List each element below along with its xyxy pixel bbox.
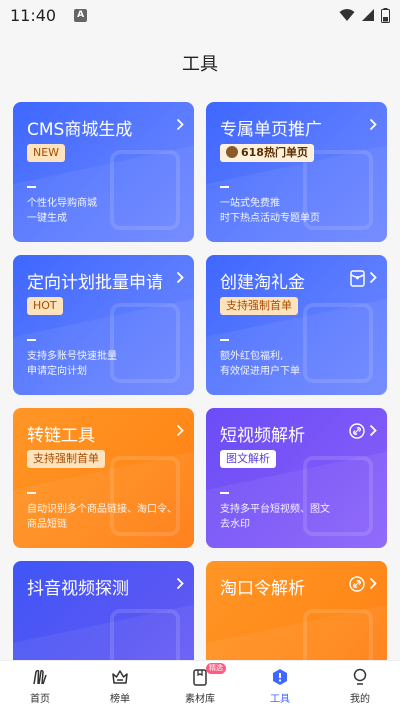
desc-line: 时下热点活动专题单页 [220, 213, 320, 224]
bottom-nav: 首页 榜单 精选 素材库 工具 我的 [0, 660, 400, 712]
card-title: 短视频解析 [220, 426, 305, 446]
desc-line: 去水印 [220, 519, 250, 530]
tool-card-exclusive-page[interactable]: 专属单页推广 618热门单页 一站式免费推 时下热点活动专题单页 [206, 102, 387, 242]
card-title: 淘口令解析 [220, 579, 305, 599]
home-icon [33, 669, 47, 685]
red-packet-icon [350, 270, 365, 287]
tool-card-link-convert[interactable]: 转链工具 支持强制首单 自动识别多个商品链接、淘口令、 商品短链 [13, 408, 194, 548]
chevron-right-icon [369, 577, 377, 590]
tools-grid: CMS商城生成 NEW 个性化导购商城 一键生成 专属单页推广 618热门单页 … [0, 0, 400, 712]
nav-home[interactable]: 首页 [0, 661, 80, 712]
nav-ranking[interactable]: 榜单 [80, 661, 160, 712]
divider-dash [220, 186, 229, 188]
coin-icon [226, 146, 238, 158]
card-description: 个性化导购商城 一键生成 [27, 196, 187, 226]
divider-dash [27, 186, 36, 188]
divider-dash [27, 339, 36, 341]
hot-badge: HOT [27, 297, 63, 315]
chevron-right-icon [176, 577, 184, 590]
featured-badge: 精选 [206, 663, 226, 674]
nav-label: 榜单 [110, 694, 130, 705]
nav-label: 工具 [270, 694, 290, 705]
tool-card-video-parse[interactable]: 短视频解析 图文解析 支持多平台短视频、图文 去水印 [206, 408, 387, 548]
desc-line: 自动识别多个商品链接、淘口令、 [27, 504, 177, 515]
desc-line: 支持多平台短视频、图文 [220, 504, 330, 515]
chevron-right-icon [369, 271, 377, 284]
hot-page-badge: 618热门单页 [220, 144, 314, 162]
link-icon [349, 423, 365, 439]
desc-line: 额外红包福利, [220, 351, 284, 362]
card-title: 定向计划批量申请 [27, 273, 163, 293]
divider-dash [27, 492, 36, 494]
desc-line: 有效促进用户下单 [220, 366, 300, 377]
divider-dash [220, 492, 229, 494]
card-description: 支持多平台短视频、图文 去水印 [220, 502, 380, 532]
chevron-right-icon [176, 118, 184, 131]
desc-line: 支持多账号快速批量 [27, 351, 117, 362]
desc-line: 一键生成 [27, 213, 67, 224]
badge-label: 618热门单页 [241, 146, 308, 159]
nav-label: 我的 [350, 694, 370, 705]
divider-dash [220, 339, 229, 341]
nav-label: 素材库 [185, 694, 215, 705]
nav-tools[interactable]: 工具 [240, 661, 320, 712]
chevron-right-icon [369, 118, 377, 131]
card-description: 支持多账号快速批量 申请定向计划 [27, 349, 187, 379]
first-order-badge: 支持强制首单 [220, 297, 298, 315]
profile-icon [353, 668, 367, 685]
first-order-badge: 支持强制首单 [27, 450, 105, 468]
nav-label: 首页 [30, 694, 50, 705]
tools-icon [273, 669, 287, 685]
tool-card-cms-mall[interactable]: CMS商城生成 NEW 个性化导购商城 一键生成 [13, 102, 194, 242]
tool-card-directed-plan[interactable]: 定向计划批量申请 HOT 支持多账号快速批量 申请定向计划 [13, 255, 194, 395]
tool-card-create-gift[interactable]: 创建淘礼金 支持强制首单 额外红包福利, 有效促进用户下单 [206, 255, 387, 395]
crown-icon [112, 670, 128, 684]
desc-line: 申请定向计划 [27, 366, 87, 377]
card-title: 转链工具 [27, 426, 95, 446]
nav-mine[interactable]: 我的 [320, 661, 400, 712]
nav-material[interactable]: 精选 素材库 [160, 661, 240, 712]
chevron-right-icon [369, 424, 377, 437]
card-description: 自动识别多个商品链接、淘口令、 商品短链 [27, 502, 187, 532]
card-description: 一站式免费推 时下热点活动专题单页 [220, 196, 380, 226]
card-title: 专属单页推广 [220, 120, 322, 140]
desc-line: 一站式免费推 [220, 198, 280, 209]
card-title: CMS商城生成 [27, 120, 133, 140]
desc-line: 商品短链 [27, 519, 67, 530]
chevron-right-icon [176, 271, 184, 284]
new-badge: NEW [27, 144, 66, 162]
link-icon [349, 576, 365, 592]
desc-line: 个性化导购商城 [27, 198, 97, 209]
card-title: 创建淘礼金 [220, 273, 305, 293]
card-title: 抖音视频探测 [27, 579, 129, 599]
image-text-badge: 图文解析 [220, 450, 276, 468]
chevron-right-icon [176, 424, 184, 437]
card-description: 额外红包福利, 有效促进用户下单 [220, 349, 380, 379]
